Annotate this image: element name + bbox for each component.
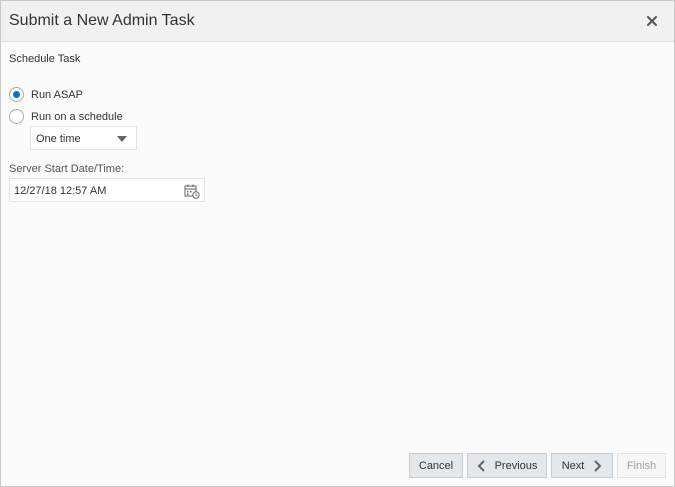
submit-admin-task-dialog: Submit a New Admin Task Schedule Task Ru… (0, 0, 675, 487)
dialog-header: Submit a New Admin Task (1, 1, 674, 42)
calendar-icon[interactable] (184, 183, 200, 199)
dropdown-arrow-icon[interactable] (117, 136, 127, 142)
close-icon[interactable] (644, 13, 660, 29)
start-datetime-input[interactable]: 12/27/18 12:57 AM (9, 178, 205, 202)
start-datetime-value: 12/27/18 12:57 AM (14, 185, 107, 197)
next-button-label: Next (561, 459, 585, 472)
finish-button-label: Finish (626, 459, 657, 472)
chevron-right-icon (594, 459, 602, 472)
frequency-select-value: One time (36, 133, 81, 145)
cancel-button[interactable]: Cancel (409, 453, 463, 478)
previous-button-label: Previous (494, 459, 538, 472)
cancel-button-label: Cancel (418, 459, 454, 472)
finish-button[interactable]: Finish (617, 453, 666, 478)
previous-button[interactable]: Previous (467, 453, 547, 478)
frequency-select[interactable]: One time (30, 126, 137, 150)
radio-button-checked[interactable] (9, 87, 24, 102)
chevron-left-icon (477, 459, 485, 472)
radio-run-asap[interactable]: Run ASAP (9, 87, 83, 102)
radio-label-run-on-schedule: Run on a schedule (31, 110, 123, 123)
next-button[interactable]: Next (551, 453, 613, 478)
start-datetime-label: Server Start Date/Time: (9, 163, 125, 175)
dialog-title: Submit a New Admin Task (9, 12, 195, 29)
section-label: Schedule Task (9, 53, 81, 65)
radio-label-run-asap: Run ASAP (31, 88, 83, 101)
radio-button-unchecked[interactable] (9, 109, 24, 124)
radio-run-on-schedule[interactable]: Run on a schedule (9, 109, 123, 124)
